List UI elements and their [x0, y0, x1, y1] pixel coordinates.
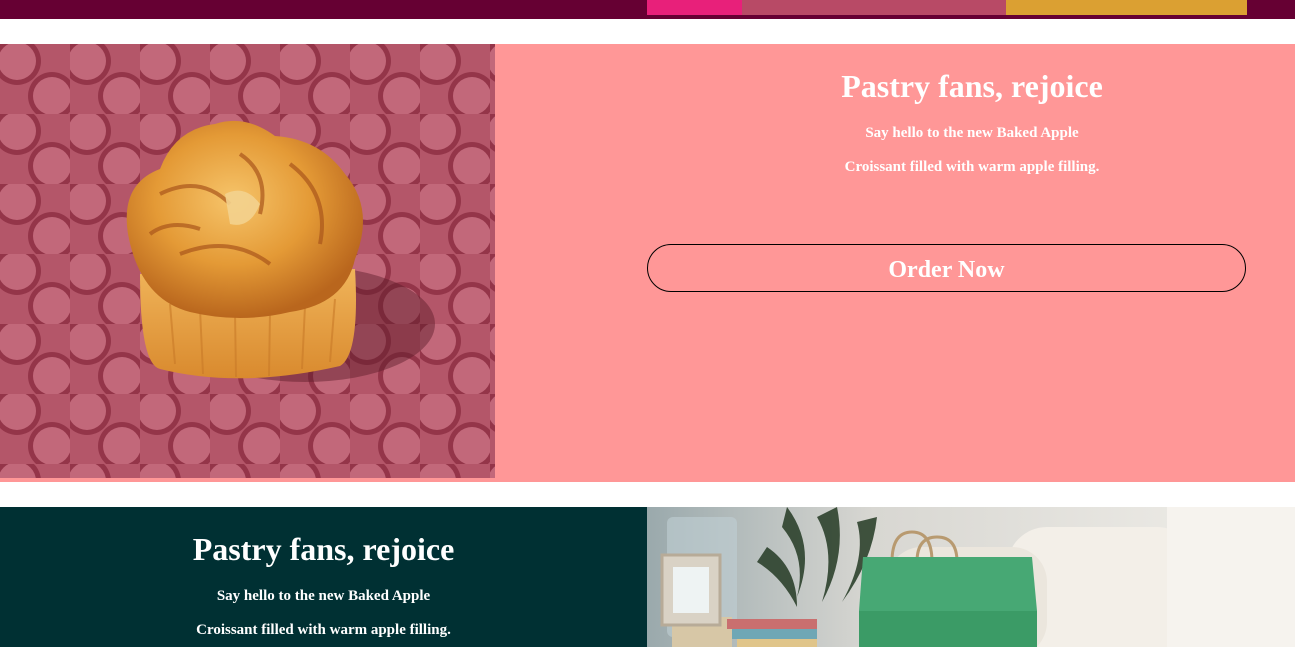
gift-bag-lifestyle-image [647, 507, 1295, 647]
promo-primary-subline-2: Croissant filled with warm apple filling… [844, 159, 1100, 175]
baked-apple-croissant-image [0, 44, 495, 478]
promo-secondary-subline-2: Croissant filled with warm apple filling… [196, 622, 451, 638]
promo-primary-headline: Pastry fans, rejoice [841, 68, 1103, 104]
promo-primary-section: Pastry fans, rejoice Say hello to the ne… [0, 44, 1295, 482]
page: Pastry fans, rejoice Say hello to the ne… [0, 0, 1295, 647]
previous-section-strip [0, 0, 1295, 19]
order-now-button[interactable]: Order Now [647, 244, 1246, 292]
promo-primary-subline-1: Say hello to the new Baked Apple [865, 125, 1079, 141]
promo-secondary-subline-1: Say hello to the new Baked Apple [216, 588, 431, 604]
promo-secondary-headline: Pastry fans, rejoice [192, 531, 455, 567]
promo-secondary-text-panel: Pastry fans, rejoice Say hello to the ne… [0, 507, 647, 647]
previous-section-image [647, 0, 1247, 15]
promo-secondary-section: Pastry fans, rejoice Say hello to the ne… [0, 507, 1295, 647]
